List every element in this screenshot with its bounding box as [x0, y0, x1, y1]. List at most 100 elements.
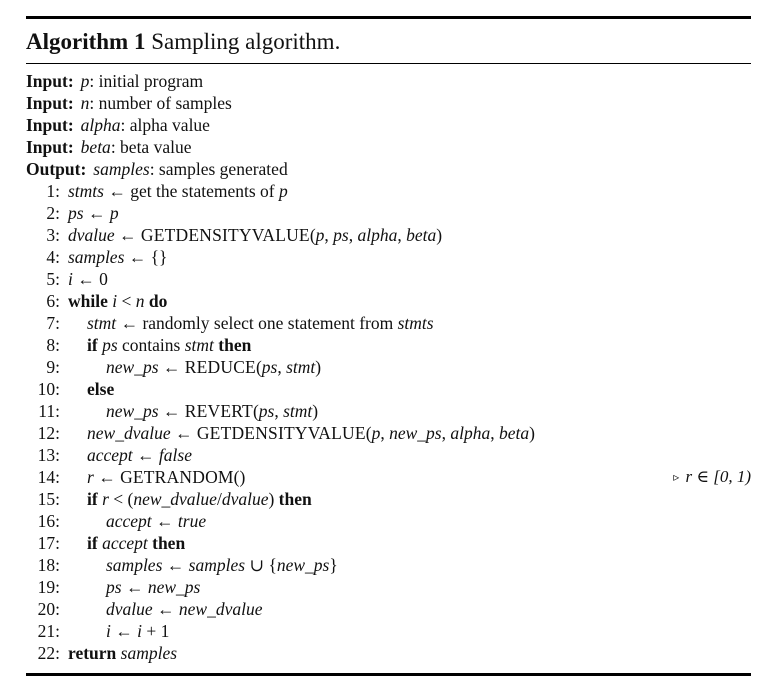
algorithm-line: 5: i ← 0 — [26, 269, 751, 291]
algorithm-line-code: new_dvalue ← GETDENSITYVALUE(p, new_ps, … — [60, 423, 535, 444]
algorithm-line-number: 14: — [37, 467, 60, 487]
algorithm-line: 1: stmts ← get the statements of p — [26, 181, 751, 203]
pseudocode-operator: ) — [529, 423, 535, 443]
algorithm-line-code: if ps contains stmt then — [60, 335, 251, 356]
pseudocode-keyword: if — [87, 335, 98, 355]
pseudocode-operator: , — [274, 401, 279, 421]
pseudocode-keyword: then — [152, 533, 186, 553]
pseudocode-identifier: ps — [106, 577, 122, 597]
pseudocode-identifier: p — [109, 203, 119, 223]
pseudocode-prose: the — [156, 181, 178, 201]
algorithm-line-code: if r < (new_dvalue/dvalue) then — [60, 489, 312, 510]
pseudocode-operator: ← — [157, 599, 175, 619]
algorithm-number-label: Algorithm 1 — [26, 29, 146, 54]
algorithm-line-code: while i < n do — [60, 291, 167, 312]
pseudocode-operator: , — [348, 225, 354, 245]
algorithm-body: Input: p: initial program Input: n: number … — [26, 64, 751, 673]
algorithm-line-number: 20: — [37, 599, 60, 619]
pseudocode-operator: ← — [156, 511, 174, 531]
comment-triangle-icon: ▹ — [673, 470, 680, 484]
algorithm-line-number: 9: — [46, 357, 60, 377]
pseudocode-identifier: stmts — [68, 181, 104, 201]
pseudocode-identifier: new_dvalue — [87, 423, 171, 443]
pseudocode-identifier: stmt — [286, 357, 316, 377]
algorithm-io-variable: alpha — [80, 115, 121, 135]
pseudocode-identifier: i — [106, 621, 111, 641]
pseudocode-operator: { — [150, 247, 160, 267]
pseudocode-operator: ← — [98, 467, 116, 487]
pseudocode-operator: ) — [436, 225, 443, 245]
pseudocode-identifier: new_dvalue — [178, 599, 263, 619]
pseudocode-operator: { — [268, 555, 277, 575]
pseudocode-identifier: i — [112, 291, 118, 311]
pseudocode-identifier: dvalue — [68, 225, 115, 245]
pseudocode-operator: ← — [162, 401, 181, 421]
pseudocode-identifier: samples — [106, 555, 163, 575]
pseudocode-prose: randomly — [142, 313, 210, 333]
algorithm-line: 13: accept ← false — [26, 445, 751, 467]
algorithm-line-number: 1: — [46, 181, 60, 201]
pseudocode-operator: ← — [174, 423, 193, 443]
algorithm-line-number: 22: — [37, 643, 60, 663]
pseudocode-operator: < — [121, 291, 132, 311]
algorithm-io-description: : number of samples — [89, 93, 232, 113]
pseudocode-prose: statement — [287, 313, 355, 333]
algorithm-io-variable: beta — [80, 137, 111, 157]
algorithm-io-variable: n — [80, 93, 90, 113]
pseudocode-identifier: n — [135, 291, 145, 311]
pseudocode-operator: ← — [128, 247, 147, 267]
pseudocode-identifier: i — [137, 621, 142, 641]
algorithm-line-list: 1: stmts ← get the statements of p 2: ps ← … — [26, 181, 751, 665]
algorithm-line: 16: accept ← true — [26, 511, 751, 533]
pseudocode-identifier: ps — [333, 225, 349, 245]
algorithm-line: 6: while i < n do — [26, 291, 751, 313]
pseudocode-identifier: samples — [68, 247, 125, 267]
algorithm-line: 7: stmt ← randomly select one statement f… — [26, 313, 751, 335]
algorithm-io-label: Input: — [26, 71, 74, 91]
algorithm-line-code: accept ← false — [60, 445, 192, 466]
algorithm-io-line: Input: beta: beta value — [26, 137, 751, 159]
pseudocode-operator: ) — [315, 357, 322, 377]
pseudocode-operator: ) — [312, 401, 319, 421]
pseudocode-procedure-name: GETRANDOM — [120, 467, 234, 487]
pseudocode-identifier: r — [102, 489, 109, 509]
pseudocode-operator: , — [380, 423, 385, 443]
pseudocode-number: 0 — [99, 269, 108, 289]
pseudocode-identifier: samples — [188, 555, 246, 575]
pseudocode-operator: < — [113, 489, 124, 509]
pseudocode-prose: get — [130, 181, 152, 201]
algorithm-line-code: dvalue ← GETDENSITYVALUE(p, ps, alpha, b… — [60, 225, 442, 246]
pseudocode-operator: } — [329, 555, 338, 575]
pseudocode-operator: ← — [125, 577, 144, 597]
algorithm-io-variable: p — [80, 71, 90, 91]
pseudocode-identifier: accept — [102, 533, 148, 553]
algorithm-line-code: else — [60, 379, 114, 400]
pseudocode-prose: select — [213, 313, 254, 333]
algorithm-line: 21: i ← i + 1 — [26, 621, 751, 643]
pseudocode-operator: , — [441, 423, 446, 443]
pseudocode-identifier: r — [87, 467, 94, 487]
pseudocode-operator: ← — [115, 621, 133, 641]
algorithm-line: 9: new_ps ← REDUCE(ps, stmt) — [26, 357, 751, 379]
pseudocode-operator: ← — [87, 203, 106, 223]
algorithm-line: 11: new_ps ← REVERT(ps, stmt) — [26, 401, 751, 423]
pseudocode-identifier: new_ps — [389, 423, 442, 443]
pseudocode-operator: ← — [162, 357, 181, 377]
algorithm-line-number: 17: — [37, 533, 60, 553]
pseudocode-prose: statements — [181, 181, 256, 201]
algorithm-line-number: 7: — [46, 313, 60, 333]
pseudocode-identifier: beta — [498, 423, 530, 443]
algorithm-line-code: ps ← p — [60, 203, 119, 224]
algorithm-line: 15: if r < (new_dvalue/dvalue) then — [26, 489, 751, 511]
pseudocode-identifier: true — [177, 511, 207, 531]
pseudocode-operator: , — [397, 225, 402, 245]
pseudocode-identifier: new_ps — [147, 577, 201, 597]
pseudocode-operator: ← — [166, 555, 185, 575]
pseudocode-identifier: i — [68, 269, 73, 289]
algorithm-io-description: : samples generated — [149, 159, 288, 179]
pseudocode-prose: of — [260, 181, 275, 201]
algorithm-line-code: return samples — [60, 643, 177, 664]
algorithm-line: 22: return samples — [26, 643, 751, 665]
pseudocode-keyword: do — [148, 291, 168, 311]
algorithm-line-code: accept ← true — [60, 511, 206, 532]
